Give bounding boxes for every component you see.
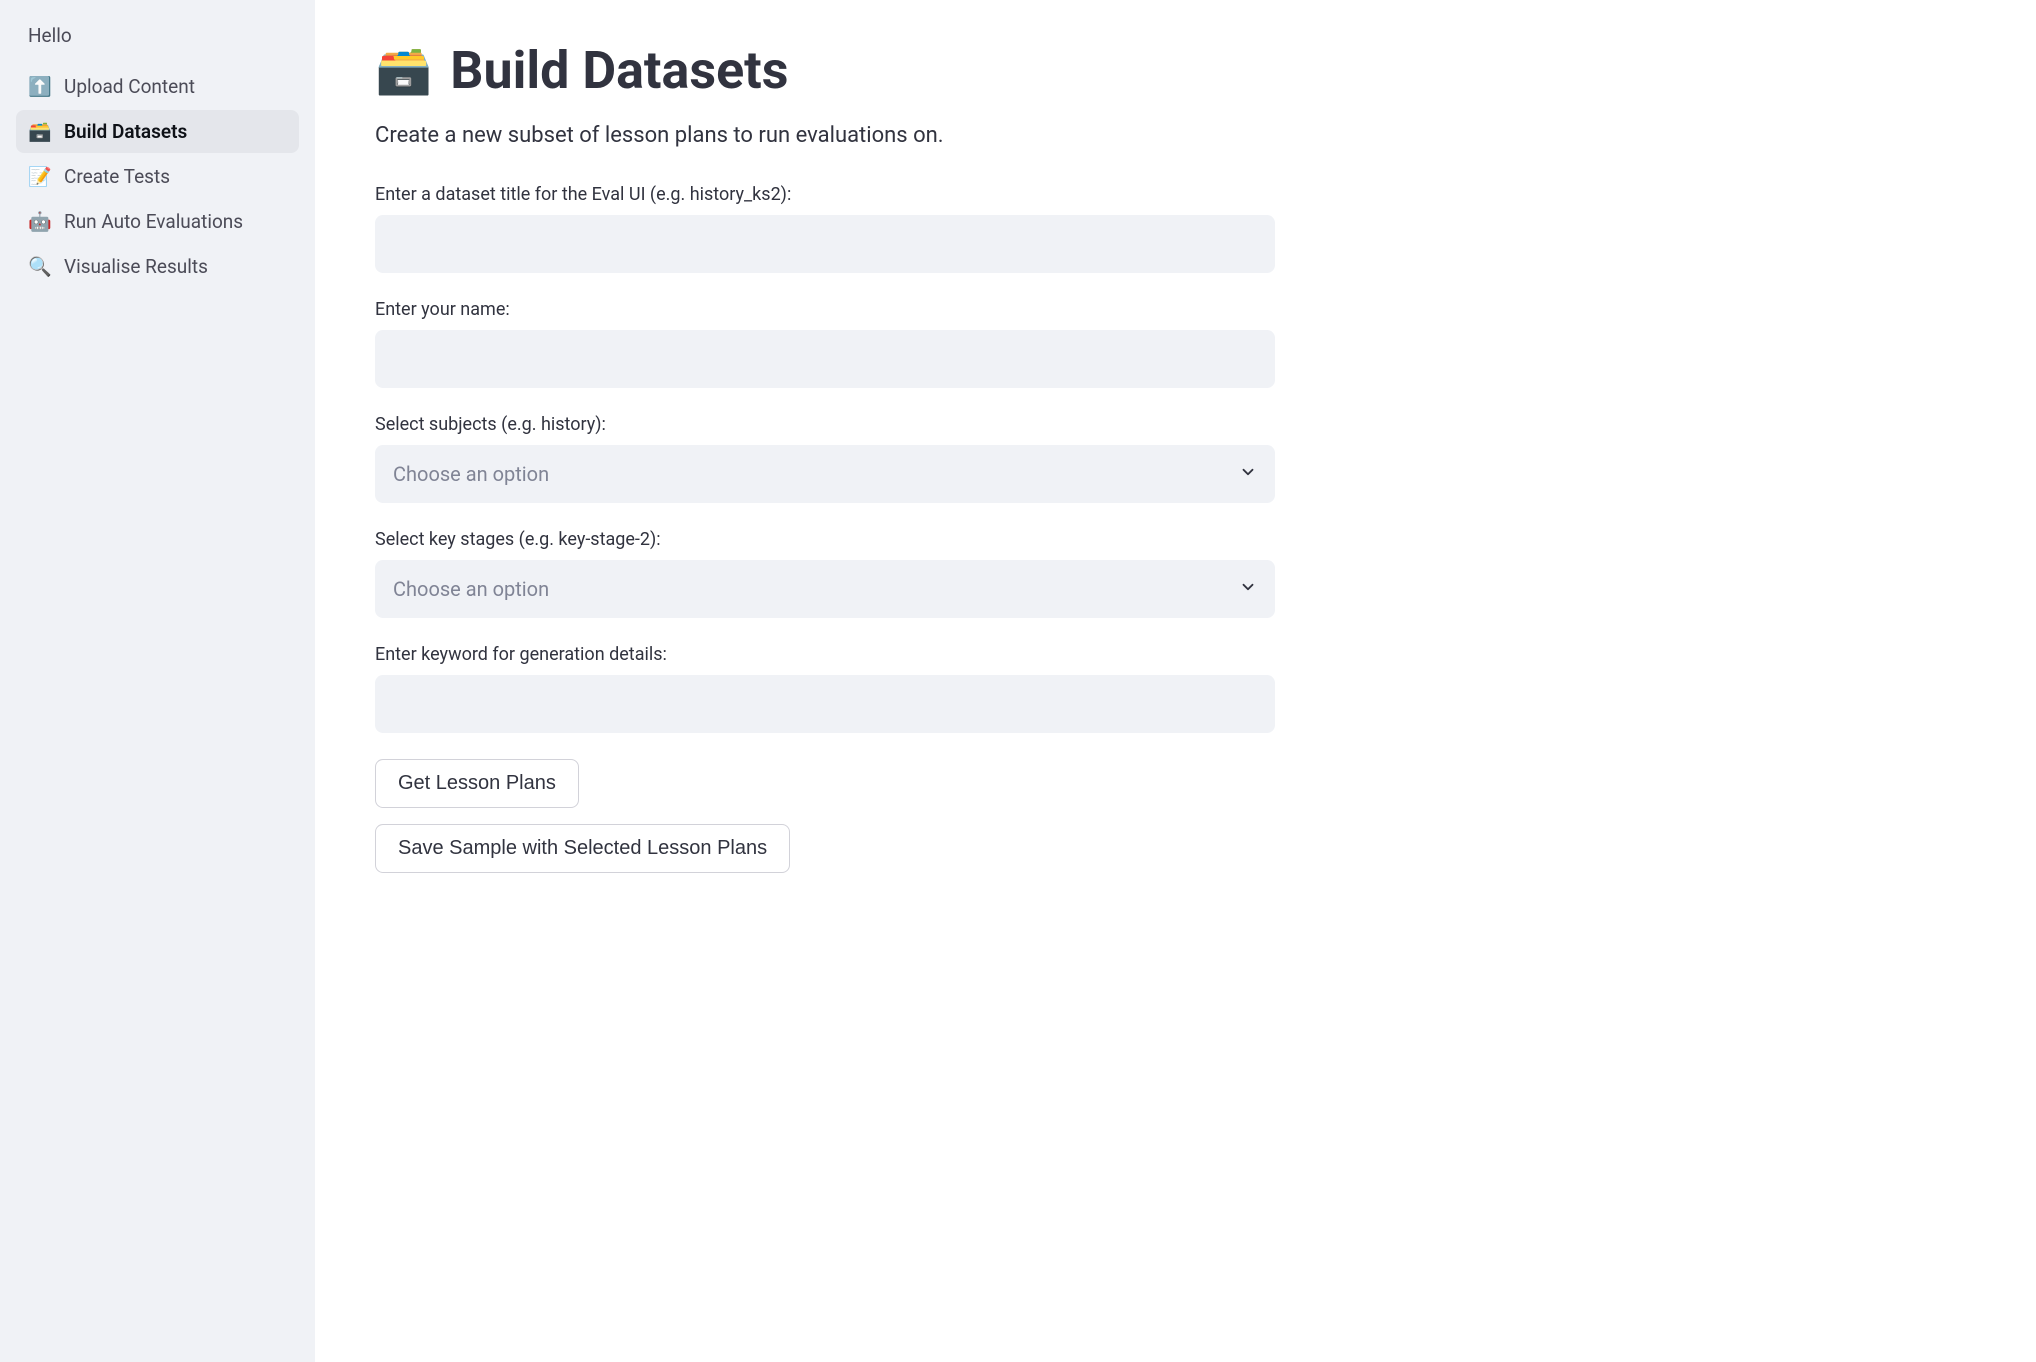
- sidebar-item-label: Run Auto Evaluations: [64, 210, 243, 233]
- file-box-icon: 🗃️: [28, 120, 50, 143]
- main-content: 🗃️ Build Datasets Create a new subset of…: [315, 0, 1335, 1362]
- field-key-stages: Select key stages (e.g. key-stage-2): Ch…: [375, 529, 1275, 618]
- chevron-down-icon: [1239, 577, 1257, 601]
- keyword-input[interactable]: [375, 675, 1275, 733]
- file-box-icon: 🗃️: [375, 44, 432, 98]
- keyword-label: Enter keyword for generation details:: [375, 644, 1275, 665]
- subjects-label: Select subjects (e.g. history):: [375, 414, 1275, 435]
- memo-icon: 📝: [28, 165, 50, 188]
- sidebar-item-upload-content[interactable]: ⬆️ Upload Content: [16, 65, 299, 108]
- magnifying-glass-icon: 🔍: [28, 255, 50, 278]
- dataset-title-input[interactable]: [375, 215, 1275, 273]
- sidebar-item-visualise-results[interactable]: 🔍 Visualise Results: [16, 245, 299, 288]
- name-label: Enter your name:: [375, 299, 1275, 320]
- sidebar-item-create-tests[interactable]: 📝 Create Tests: [16, 155, 299, 198]
- sidebar-item-build-datasets[interactable]: 🗃️ Build Datasets: [16, 110, 299, 153]
- page-subtitle: Create a new subset of lesson plans to r…: [375, 123, 1275, 148]
- sidebar-item-label: Create Tests: [64, 165, 170, 188]
- name-input[interactable]: [375, 330, 1275, 388]
- key-stages-select[interactable]: Choose an option: [375, 560, 1275, 618]
- page-title-text: Build Datasets: [450, 40, 788, 101]
- field-subjects: Select subjects (e.g. history): Choose a…: [375, 414, 1275, 503]
- field-keyword: Enter keyword for generation details:: [375, 644, 1275, 733]
- sidebar-item-label: Build Datasets: [64, 120, 187, 143]
- page-title: 🗃️ Build Datasets: [375, 40, 1275, 101]
- key-stages-select-placeholder: Choose an option: [393, 577, 549, 601]
- sidebar-item-label: Visualise Results: [64, 255, 208, 278]
- field-dataset-title: Enter a dataset title for the Eval UI (e…: [375, 184, 1275, 273]
- save-sample-button[interactable]: Save Sample with Selected Lesson Plans: [375, 824, 790, 873]
- chevron-down-icon: [1239, 462, 1257, 486]
- sidebar-item-run-auto-evaluations[interactable]: 🤖 Run Auto Evaluations: [16, 200, 299, 243]
- field-name: Enter your name:: [375, 299, 1275, 388]
- button-row: Get Lesson Plans Save Sample with Select…: [375, 759, 1275, 889]
- dataset-title-label: Enter a dataset title for the Eval UI (e…: [375, 184, 1275, 205]
- sidebar: Hello ⬆️ Upload Content 🗃️ Build Dataset…: [0, 0, 315, 1362]
- robot-icon: 🤖: [28, 210, 50, 233]
- subjects-select[interactable]: Choose an option: [375, 445, 1275, 503]
- get-lesson-plans-button[interactable]: Get Lesson Plans: [375, 759, 579, 808]
- upload-icon: ⬆️: [28, 75, 50, 98]
- sidebar-item-label: Upload Content: [64, 75, 195, 98]
- subjects-select-placeholder: Choose an option: [393, 462, 549, 486]
- sidebar-title: Hello: [16, 24, 299, 47]
- key-stages-label: Select key stages (e.g. key-stage-2):: [375, 529, 1275, 550]
